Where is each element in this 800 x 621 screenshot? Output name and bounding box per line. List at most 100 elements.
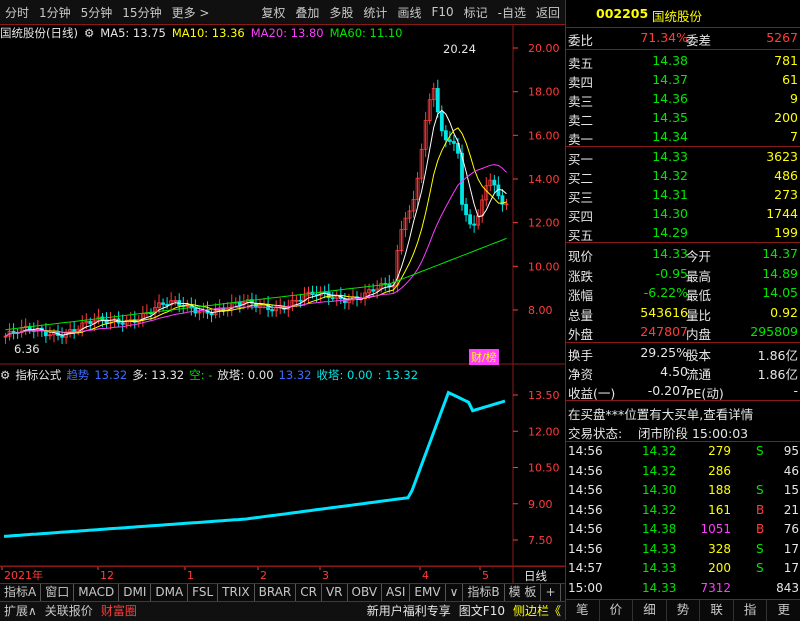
bids-row[interactable]: 买四 14.30 1744 — [566, 204, 800, 225]
indicator-tab-13[interactable]: ∨ — [446, 584, 464, 602]
ind-tick-label: 10.50 — [528, 462, 560, 475]
panel-tab-4[interactable]: 联 — [700, 600, 734, 621]
stats-row: 涨跌 -0.95 最高 14.89 — [566, 264, 800, 285]
level-price: 14.34 — [652, 129, 688, 144]
price-tick-label: 10.00 — [528, 260, 560, 273]
tick-side: S — [756, 444, 764, 458]
level-volume: 9 — [790, 91, 798, 106]
indicator-tab-14[interactable]: 指标B — [463, 584, 505, 602]
price-tick-label: 12.00 — [528, 217, 560, 230]
stat-value: 4.50 — [660, 364, 688, 379]
tick-time: 14:56 — [568, 522, 603, 536]
indicator-name[interactable]: 指标公式 — [15, 367, 61, 383]
tick-side: S — [756, 561, 764, 575]
indicator-tab-7[interactable]: BRAR — [255, 584, 297, 602]
indicator-tab-9[interactable]: VR — [322, 584, 348, 602]
panel-tab-1[interactable]: 价 — [600, 600, 634, 621]
level-volume: 61 — [782, 72, 798, 87]
low-annotation: 6.36 — [14, 342, 40, 356]
candle-body — [435, 88, 440, 113]
candle-body — [161, 302, 165, 305]
level-price: 14.31 — [652, 187, 688, 202]
notice-row[interactable]: 在买盘***位置有大买单,查看详情 — [566, 402, 800, 423]
tick-time: 14:56 — [568, 444, 603, 458]
stats2-row: 换手 29.25% 股本 1.86亿 — [566, 343, 800, 364]
status-bar: 扩展∧ 关联报价 财富圈 新用户福利专享 图文F10 侧边栏《 — [0, 601, 565, 621]
indicator-tab-16[interactable]: + — [541, 584, 561, 602]
stat-value: 29.25% — [640, 345, 688, 360]
asks-row[interactable]: 卖一 14.34 7 — [566, 127, 800, 148]
tick-side: S — [756, 541, 764, 556]
stat-label-2: 今开 — [686, 249, 712, 264]
bids-row[interactable]: 买五 14.29 199 — [566, 223, 800, 244]
candle-body — [120, 322, 125, 325]
level-volume: 273 — [774, 187, 798, 202]
tick-volume: 161 — [708, 502, 731, 517]
kline-chart[interactable]: 20.00 18.00 16.00 14.00 12.00 10.00 8.00 13.50… — [0, 0, 565, 620]
tick-count: 21 — [783, 502, 799, 517]
candle-body — [60, 335, 64, 338]
panel-tab-2[interactable]: 细 — [633, 600, 667, 621]
stat-label-2: 量比 — [686, 307, 712, 323]
tick-volume: 1051 — [700, 522, 731, 536]
indicator-gear-icon[interactable]: ⚙ — [0, 368, 10, 382]
period-label[interactable]: 日线 — [524, 568, 547, 584]
stat-value: 14.33 — [652, 246, 688, 261]
tick-side: B — [756, 502, 765, 517]
sidebar-toggle-button[interactable]: 侧边栏《 — [509, 602, 565, 621]
ind-tick-label: 9.00 — [528, 498, 553, 511]
indicator-tab-8[interactable]: CR — [296, 584, 322, 602]
asks-row[interactable]: 卖二 14.35 200 — [566, 108, 800, 129]
f10-button[interactable]: 图文F10 — [455, 602, 509, 621]
tick-row: 14:56 14.33 328 S 17 — [566, 540, 800, 559]
indicator-tab-2[interactable]: MACD — [74, 584, 120, 602]
indicator-tab-1[interactable]: 窗口 — [41, 584, 75, 602]
candle-body — [439, 111, 444, 132]
recover-label: 收塔: 0.00 — [316, 368, 373, 382]
expand-button[interactable]: 扩展∧ — [0, 602, 41, 621]
bids-row[interactable]: 买一 14.33 3623 — [566, 147, 800, 168]
asks-row[interactable]: 卖三 14.36 9 — [566, 89, 800, 110]
indicator-tab-12[interactable]: EMV — [410, 584, 446, 602]
indicator-tab-4[interactable]: DMA — [151, 584, 189, 602]
trend-value: 13.32 — [94, 368, 128, 382]
panel-tab-3[interactable]: 势 — [667, 600, 701, 621]
tick-row: 14:56 14.32 286 46 — [566, 462, 800, 481]
weibi-value: 71.34% — [640, 30, 688, 45]
wealth-circle-button[interactable]: 财富圈 — [97, 602, 141, 621]
tick-row: 14:56 14.32 279 S 95 — [566, 442, 800, 461]
indicator-tab-6[interactable]: TRIX — [218, 584, 255, 602]
level-volume: 486 — [774, 168, 798, 183]
indicator-tab-3[interactable]: DMI — [119, 584, 152, 602]
panel-tab-6[interactable]: 更 — [767, 600, 800, 621]
indicator-tab-11[interactable]: ASI — [382, 584, 411, 602]
price-tick-label: 16.00 — [528, 129, 560, 142]
level-price: 14.36 — [652, 91, 688, 106]
panel-tab-0[interactable]: 笔 — [566, 600, 600, 621]
stat-label: 涨幅 — [568, 288, 594, 303]
tick-row: 14:56 14.32 161 B 21 — [566, 501, 800, 520]
panel-tab-5[interactable]: 指 — [734, 600, 768, 621]
quote-panel: 002205 国统股份 委比 71.34% 委差 5267 卖五 14.38 781… — [565, 0, 800, 621]
weicha-label: 委差 — [686, 33, 712, 48]
stat-value-2: 14.89 — [762, 265, 798, 281]
tick-price: 14.32 — [642, 502, 677, 517]
bids-row[interactable]: 买二 14.32 486 — [566, 166, 800, 187]
trend-label: 趋势 — [66, 368, 90, 382]
tick-price: 14.38 — [642, 522, 677, 536]
indicator-tab-10[interactable]: OBV — [348, 584, 383, 602]
candle-body — [270, 309, 275, 312]
bids-row[interactable]: 买三 14.31 273 — [566, 185, 800, 206]
rank-badge[interactable]: 财/榜 — [469, 349, 499, 365]
indicator-tab-0[interactable]: 指标A — [0, 584, 42, 602]
related-quotes-button[interactable]: 关联报价 — [41, 602, 97, 621]
panel-tabs: 笔价细势联指更 — [566, 599, 800, 621]
indicator-tab-15[interactable]: 模 板 — [505, 584, 542, 602]
new-user-benefit-link[interactable]: 新用户福利专享 — [363, 602, 455, 621]
indicator-tab-5[interactable]: FSL — [188, 584, 219, 602]
asks-row[interactable]: 卖五 14.38 781 — [566, 51, 800, 72]
asks-row[interactable]: 卖四 14.37 61 — [566, 70, 800, 91]
tick-count: 843 — [776, 580, 799, 595]
time-axis-bar: 日线 — [0, 566, 565, 584]
stat-value-2: 14.37 — [762, 246, 798, 261]
